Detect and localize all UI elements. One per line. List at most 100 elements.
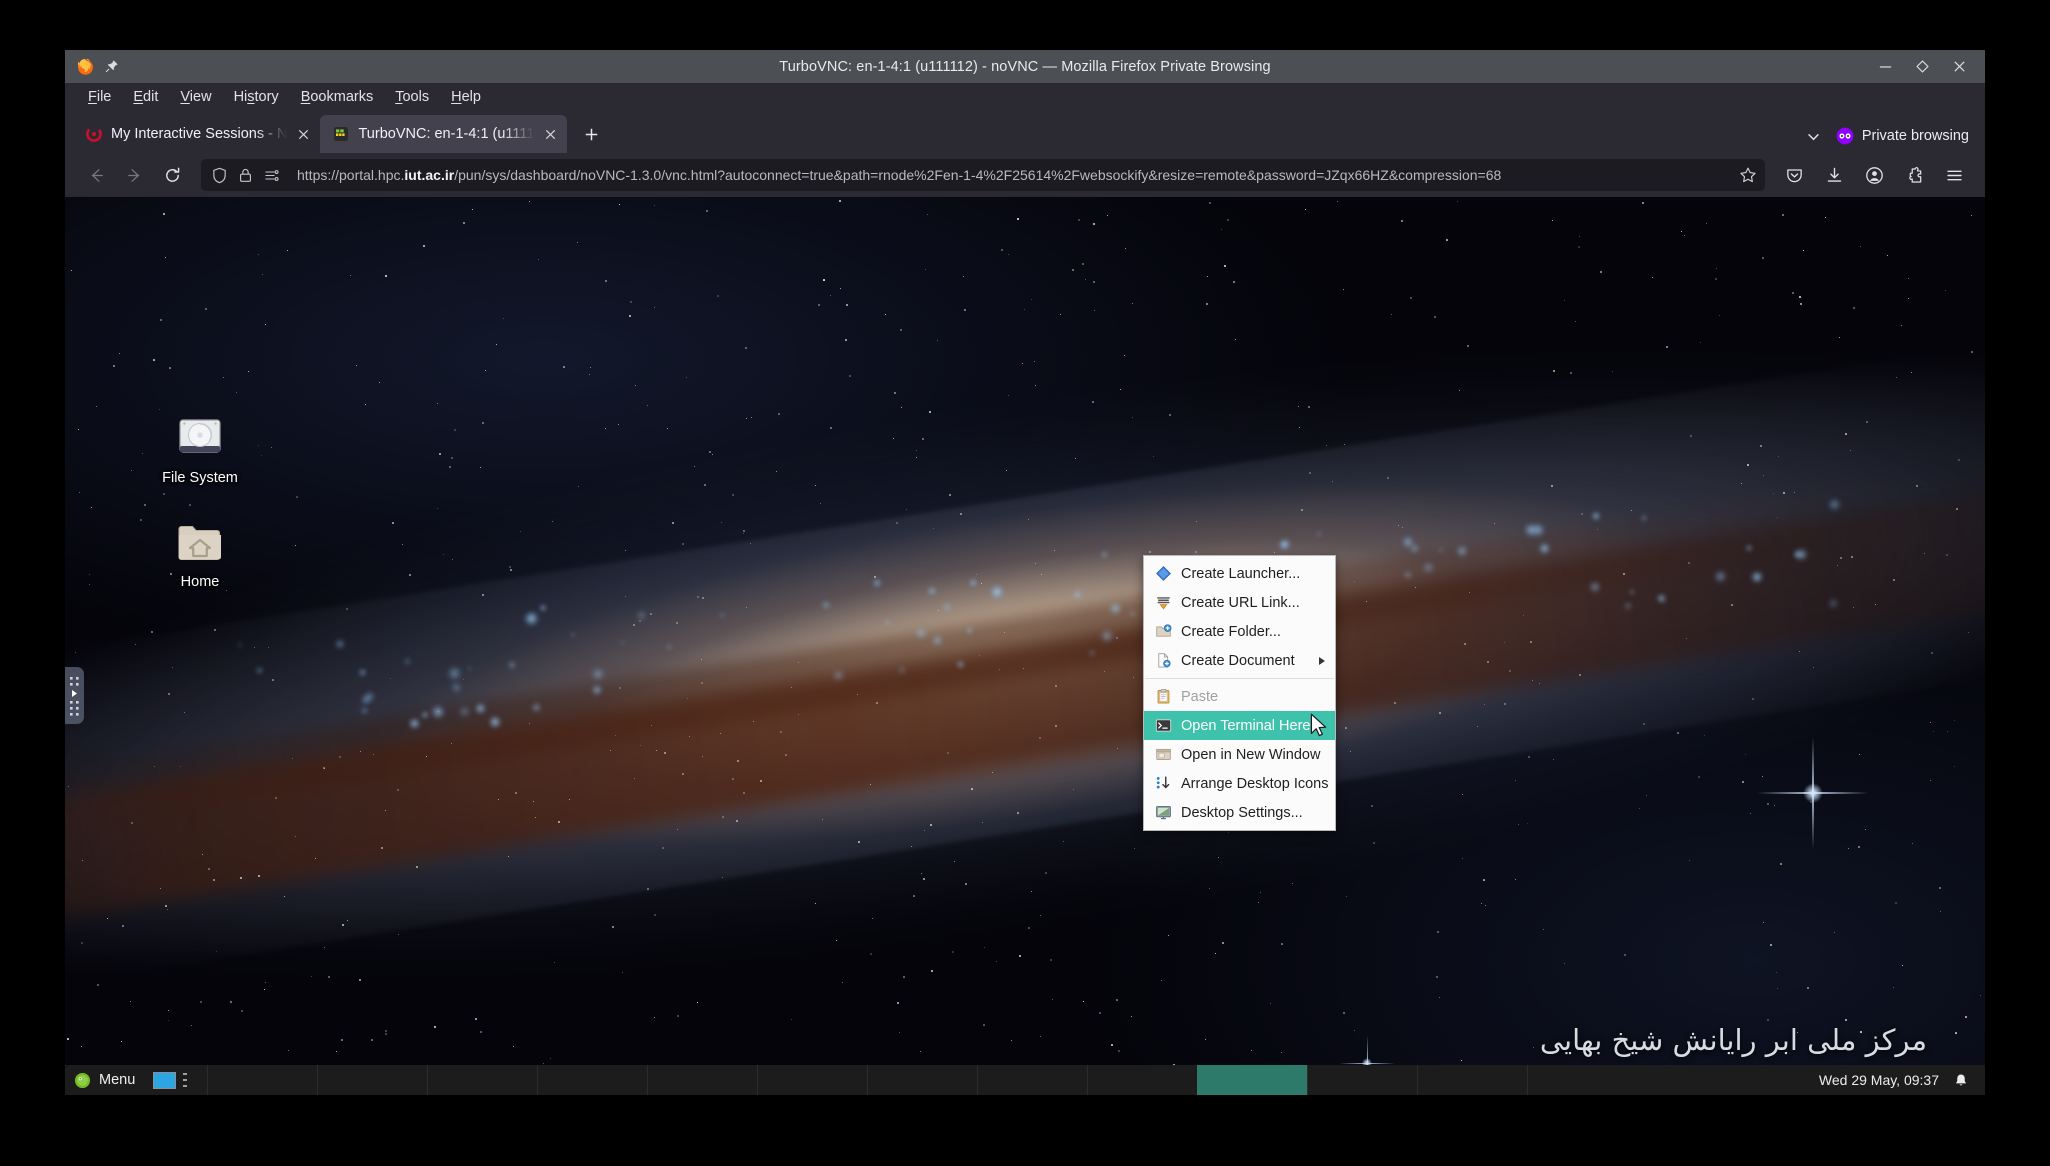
extensions-icon: [1908, 166, 1921, 183]
menu-tools[interactable]: Tools: [384, 86, 440, 108]
screenshot-root: TurboVNC: en-1-4:1 (u111112) - noVNC — M…: [0, 0, 2050, 1166]
taskbar-clock[interactable]: Wed 29 May, 09:37: [1819, 1072, 1939, 1088]
maximize-button[interactable]: [1915, 59, 1930, 74]
context-menu-item-create-url-link[interactable]: Create URL Link...: [1144, 588, 1335, 617]
context-menu-item-arrange-desktop-icons[interactable]: Arrange Desktop Icons: [1144, 769, 1335, 798]
context-menu-item-open-in-new-window[interactable]: Open in New Window: [1144, 740, 1335, 769]
context-menu-item-label: Paste: [1181, 688, 1219, 705]
url-link-icon: [1154, 594, 1172, 612]
task-slot: [977, 1065, 1087, 1095]
context-menu-item-create-launcher[interactable]: Create Launcher...: [1144, 559, 1335, 588]
handle-dots-arrow-icon: [70, 676, 79, 716]
task-slot: [757, 1065, 867, 1095]
private-browsing-label: Private browsing: [1861, 128, 1969, 144]
lock-icon[interactable]: [237, 167, 254, 184]
close-button[interactable]: [1952, 59, 1967, 74]
panel-grip-handle[interactable]: [181, 1071, 189, 1089]
url-bar[interactable]: https://portal.hpc.iut.ac.ir/pun/sys/das…: [201, 159, 1765, 191]
back-button[interactable]: [79, 158, 113, 192]
app-menu-button[interactable]: [1937, 158, 1971, 192]
task-slot: [647, 1065, 757, 1095]
system-tray: Wed 29 May, 09:37: [1819, 1072, 1985, 1089]
context-menu-item-label: Create Folder...: [1181, 623, 1281, 640]
context-menu-item-create-document[interactable]: Create Document: [1144, 646, 1335, 675]
tab-close-icon[interactable]: [543, 127, 558, 142]
tabstrip-right-controls: Private browsing: [1805, 127, 1975, 145]
menu-edit[interactable]: Edit: [122, 86, 169, 108]
forward-button[interactable]: [117, 158, 151, 192]
home-folder-icon: [178, 525, 221, 561]
context-menu-item-label: Create Document: [1181, 652, 1295, 669]
task-slot: [207, 1065, 317, 1095]
desktop-icon-label: Home: [180, 574, 220, 590]
task-slot: [1087, 1065, 1197, 1095]
window-icon: [1154, 746, 1172, 764]
novnc-icon: [332, 126, 349, 143]
context-menu-item-paste: Paste: [1144, 682, 1335, 711]
context-menu-item-label: Open in New Window: [1181, 746, 1321, 763]
task-slot: [1307, 1065, 1417, 1095]
workspace-switcher[interactable]: [153, 1071, 189, 1089]
novnc-control-bar-handle[interactable]: [65, 667, 84, 724]
bookmark-star-icon[interactable]: [1739, 166, 1757, 184]
extensions-button[interactable]: [1897, 158, 1931, 192]
titlebar-left-icons: [65, 57, 119, 76]
app-menu-icon: [1946, 170, 1962, 180]
terminal-icon: [1154, 717, 1172, 735]
navigation-toolbar: https://portal.hpc.iut.ac.ir/pun/sys/das…: [65, 153, 1985, 197]
menu-history[interactable]: History: [223, 86, 290, 108]
chevron-down-icon[interactable]: [1805, 128, 1822, 145]
context-menu-item-label: Arrange Desktop Icons: [1181, 775, 1329, 792]
browser-menubar: File Edit View History Bookmarks Tools H…: [65, 83, 1985, 111]
plus-icon: [585, 128, 598, 140]
menu-bookmarks[interactable]: Bookmarks: [290, 86, 385, 108]
downloads-button[interactable]: [1817, 158, 1851, 192]
tab-close-icon[interactable]: [296, 127, 311, 142]
task-slot: [427, 1065, 537, 1095]
desktop-icon-file-system[interactable]: File System: [144, 410, 256, 486]
task-slot: [317, 1065, 427, 1095]
private-browsing-indicator: Private browsing: [1836, 127, 1969, 145]
task-slot: [867, 1065, 977, 1095]
ondemand-icon: [85, 126, 102, 143]
tab-label: My Interactive Sessions - N: [111, 126, 288, 142]
xfce-taskbar: Menu Wed 29 May, 09:37: [65, 1065, 1985, 1095]
pin-icon[interactable]: [104, 59, 119, 74]
desktop-icon-home[interactable]: Home: [144, 514, 256, 590]
applications-menu-button[interactable]: Menu: [65, 1065, 147, 1095]
menu-help[interactable]: Help: [440, 86, 492, 108]
toolbar-right-icons: [1777, 158, 1971, 192]
applications-menu-label: Menu: [99, 1072, 136, 1088]
submenu-arrow-icon: [1319, 656, 1325, 665]
new-tab-button[interactable]: [575, 118, 607, 150]
context-menu-item-create-folder[interactable]: Create Folder...: [1144, 617, 1335, 646]
document-icon: [1154, 652, 1172, 670]
task-slot: [537, 1065, 647, 1095]
account-icon: [1865, 166, 1883, 184]
menu-view[interactable]: View: [169, 86, 222, 108]
bright-star: [1757, 737, 1869, 849]
context-menu-item-open-terminal-here[interactable]: Open Terminal Here: [1144, 711, 1335, 740]
task-slot: [1527, 1065, 1637, 1095]
task-slot: [1417, 1065, 1527, 1095]
mouse-cursor: [1310, 713, 1327, 737]
reload-button[interactable]: [155, 158, 189, 192]
workspace-1[interactable]: [153, 1071, 177, 1089]
tab-my-interactive-sessions[interactable]: My Interactive Sessions - N: [73, 115, 320, 153]
permissions-icon[interactable]: [263, 167, 280, 184]
account-button[interactable]: [1857, 158, 1891, 192]
bell-icon[interactable]: [1953, 1072, 1969, 1089]
private-mask-icon: [1836, 127, 1854, 145]
task-slot-active[interactable]: [1197, 1065, 1308, 1095]
pocket-button[interactable]: [1777, 158, 1811, 192]
context-menu-separator: [1145, 678, 1334, 679]
launcher-icon: [1154, 565, 1172, 583]
menu-file[interactable]: File: [77, 86, 122, 108]
vnc-desktop-canvas[interactable]: File System Home مرکز ملی ابر رایانش شیخ…: [65, 197, 1985, 1095]
shield-icon[interactable]: [211, 167, 228, 184]
tab-turbovnc[interactable]: TurboVNC: en-1-4:1 (u1111: [320, 115, 568, 153]
context-menu-item-desktop-settings[interactable]: Desktop Settings...: [1144, 798, 1335, 827]
context-menu-item-label: Desktop Settings...: [1181, 804, 1303, 821]
minimize-button[interactable]: [1878, 59, 1893, 74]
firefox-logo-icon: [77, 58, 93, 75]
